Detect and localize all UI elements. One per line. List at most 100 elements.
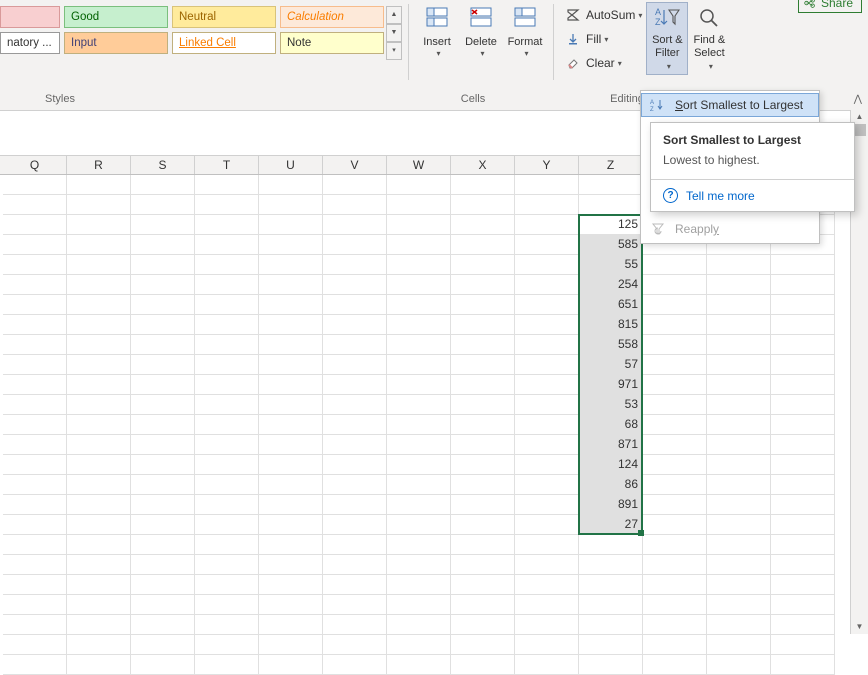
cell[interactable] — [195, 275, 259, 295]
cell[interactable] — [451, 255, 515, 275]
style-calculation[interactable]: Calculation — [280, 6, 384, 28]
insert-button[interactable]: Insert ▾ — [415, 2, 459, 58]
cell[interactable] — [707, 495, 771, 515]
cell[interactable] — [515, 255, 579, 275]
col-header-X[interactable]: X — [451, 156, 515, 174]
cell[interactable] — [387, 295, 451, 315]
cell[interactable] — [259, 395, 323, 415]
cell[interactable] — [3, 555, 67, 575]
styles-scroll-up[interactable]: ▲ — [386, 6, 402, 24]
cell[interactable] — [67, 635, 131, 655]
cell[interactable] — [387, 415, 451, 435]
cell[interactable] — [131, 275, 195, 295]
cell[interactable] — [451, 595, 515, 615]
cell[interactable] — [195, 475, 259, 495]
cell[interactable] — [3, 395, 67, 415]
cell[interactable] — [451, 275, 515, 295]
cell[interactable] — [707, 275, 771, 295]
cell[interactable] — [131, 335, 195, 355]
cell[interactable] — [451, 655, 515, 675]
cell[interactable] — [515, 375, 579, 395]
find-select-button[interactable]: Find & Select ▾ — [688, 2, 730, 75]
cell[interactable] — [323, 215, 387, 235]
cell[interactable] — [515, 535, 579, 555]
cell[interactable] — [643, 435, 707, 455]
cell[interactable] — [515, 615, 579, 635]
cell[interactable] — [195, 195, 259, 215]
cell[interactable] — [387, 355, 451, 375]
cell[interactable] — [643, 415, 707, 435]
cell[interactable] — [3, 215, 67, 235]
cell[interactable] — [323, 535, 387, 555]
cell[interactable] — [579, 535, 643, 555]
cell[interactable] — [323, 275, 387, 295]
cell[interactable] — [195, 255, 259, 275]
cell[interactable] — [387, 635, 451, 655]
cell[interactable] — [707, 555, 771, 575]
cell[interactable] — [131, 175, 195, 195]
format-button[interactable]: Format ▾ — [503, 2, 547, 58]
cell[interactable] — [323, 195, 387, 215]
clear-button[interactable]: Clear ▾ — [564, 52, 642, 74]
cell[interactable] — [195, 215, 259, 235]
cell[interactable]: 971 — [579, 375, 643, 395]
cell[interactable] — [515, 335, 579, 355]
cell[interactable] — [451, 335, 515, 355]
cell[interactable] — [3, 295, 67, 315]
col-header-U[interactable]: U — [259, 156, 323, 174]
cell[interactable] — [643, 635, 707, 655]
scroll-down-icon[interactable]: ▼ — [851, 620, 868, 634]
cell[interactable] — [707, 515, 771, 535]
col-header-R[interactable]: R — [67, 156, 131, 174]
cell[interactable] — [195, 535, 259, 555]
cell[interactable] — [707, 435, 771, 455]
cell[interactable] — [259, 515, 323, 535]
cell[interactable] — [515, 175, 579, 195]
cell[interactable] — [259, 615, 323, 635]
cell[interactable] — [259, 575, 323, 595]
cell[interactable] — [195, 415, 259, 435]
cell[interactable] — [771, 435, 835, 455]
cell[interactable] — [643, 395, 707, 415]
cell[interactable] — [195, 635, 259, 655]
cell[interactable] — [515, 315, 579, 335]
cell[interactable] — [771, 415, 835, 435]
cell[interactable] — [451, 615, 515, 635]
cell[interactable] — [3, 275, 67, 295]
cell[interactable] — [643, 515, 707, 535]
cell[interactable] — [515, 555, 579, 575]
autosum-button[interactable]: AutoSum ▾ — [564, 4, 642, 26]
cell[interactable] — [259, 335, 323, 355]
cell[interactable] — [451, 435, 515, 455]
cell[interactable] — [323, 655, 387, 675]
cell[interactable] — [195, 515, 259, 535]
cell[interactable]: 57 — [579, 355, 643, 375]
cell[interactable] — [323, 475, 387, 495]
cell[interactable] — [387, 555, 451, 575]
cell[interactable] — [451, 555, 515, 575]
cell[interactable] — [451, 455, 515, 475]
cell[interactable] — [515, 395, 579, 415]
cell[interactable] — [3, 455, 67, 475]
cell[interactable] — [771, 495, 835, 515]
cell[interactable] — [387, 455, 451, 475]
cell[interactable] — [771, 515, 835, 535]
cell[interactable] — [643, 615, 707, 635]
cell[interactable] — [579, 555, 643, 575]
cell[interactable] — [579, 575, 643, 595]
cell[interactable]: 55 — [579, 255, 643, 275]
cell[interactable] — [387, 495, 451, 515]
cell[interactable] — [259, 595, 323, 615]
cell[interactable] — [323, 395, 387, 415]
cell[interactable] — [515, 455, 579, 475]
cell[interactable] — [67, 415, 131, 435]
cell[interactable]: 68 — [579, 415, 643, 435]
cell[interactable] — [771, 615, 835, 635]
cell[interactable] — [67, 235, 131, 255]
cell[interactable] — [643, 295, 707, 315]
cell[interactable]: 585 — [579, 235, 643, 255]
cell[interactable] — [451, 415, 515, 435]
cell[interactable] — [451, 375, 515, 395]
cell[interactable] — [3, 335, 67, 355]
cell[interactable] — [131, 495, 195, 515]
